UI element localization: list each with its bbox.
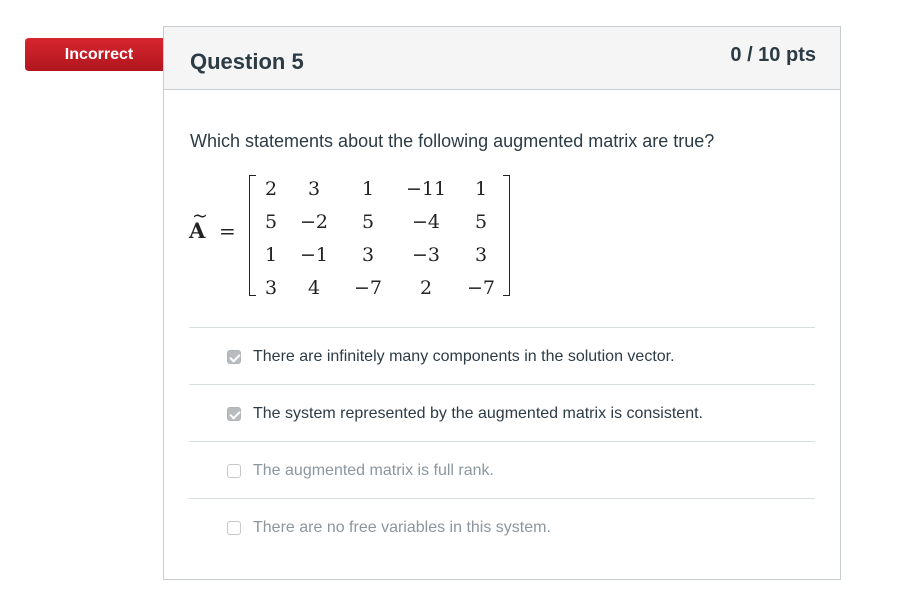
- matrix-cell: 3: [264, 276, 278, 299]
- answer-label: The system represented by the augmented …: [253, 405, 703, 422]
- answer-checkbox[interactable]: [227, 464, 241, 478]
- incorrect-badge: Incorrect: [25, 38, 183, 71]
- answer-label: There are infinitely many components in …: [253, 348, 675, 365]
- answer-option: The system represented by the augmented …: [189, 384, 815, 441]
- matrix-table: 2 3 1 −11 1 5 −2 5 −4 5 1 −1 3 −3 3 3 4 …: [256, 172, 504, 304]
- matrix-cell: 5: [474, 210, 488, 233]
- matrix-cell: 4: [307, 276, 321, 299]
- matrix-row: 2 3 1 −11 1: [256, 172, 504, 205]
- matrix-cell: 3: [307, 177, 321, 200]
- matrix-row: 3 4 −7 2 −7: [256, 271, 504, 304]
- question-points: 0 / 10 pts: [730, 44, 816, 66]
- matrix-cell: 5: [264, 210, 278, 233]
- answer-option: The augmented matrix is full rank.: [189, 441, 815, 498]
- matrix-cell: 1: [264, 243, 278, 266]
- matrix-cell: 3: [474, 243, 488, 266]
- matrix-cell: 5: [361, 210, 375, 233]
- answer-label: The augmented matrix is full rank.: [253, 462, 494, 479]
- augmented-matrix: ~ A = 2 3 1 −11 1 5 −2 5 −4 5 1 −1 3 −3 …: [189, 172, 519, 299]
- matrix-row: 5 −2 5 −4 5: [256, 205, 504, 238]
- matrix-cell: −4: [411, 210, 440, 233]
- question-card: Question 5 0 / 10 pts Which statements a…: [163, 26, 841, 580]
- matrix-cell: 1: [474, 177, 488, 200]
- answer-option: There are infinitely many components in …: [189, 327, 815, 384]
- badge-label: Incorrect: [64, 46, 134, 63]
- answer-checkbox[interactable]: [227, 521, 241, 535]
- matrix-tilde: ~: [192, 205, 208, 227]
- matrix-cell: −7: [466, 276, 495, 299]
- answer-label: There are no free variables in this syst…: [253, 519, 551, 536]
- matrix-cell: 3: [361, 243, 375, 266]
- answer-checkbox[interactable]: [227, 350, 241, 364]
- matrix-cell: −2: [299, 210, 328, 233]
- matrix-label: ~ A: [189, 205, 208, 243]
- question-text: Which statements about the following aug…: [190, 131, 715, 151]
- matrix-left-bracket: [249, 175, 256, 296]
- matrix-cell: −3: [411, 243, 440, 266]
- answer-option: There are no free variables in this syst…: [189, 498, 815, 555]
- matrix-cell: −1: [299, 243, 328, 266]
- matrix-cell: −7: [353, 276, 382, 299]
- matrix-cell: 2: [419, 276, 433, 299]
- question-header: Question 5 0 / 10 pts: [164, 27, 840, 90]
- answer-list: There are infinitely many components in …: [189, 327, 815, 555]
- matrix-cell: −11: [405, 177, 447, 200]
- answer-checkbox[interactable]: [227, 407, 241, 421]
- matrix-cell: 2: [264, 177, 278, 200]
- matrix-row: 1 −1 3 −3 3: [256, 238, 504, 271]
- matrix-right-bracket: [503, 175, 510, 296]
- question-title: Question 5: [190, 49, 304, 74]
- matrix-cell: 1: [361, 177, 375, 200]
- matrix-equals: =: [219, 219, 236, 243]
